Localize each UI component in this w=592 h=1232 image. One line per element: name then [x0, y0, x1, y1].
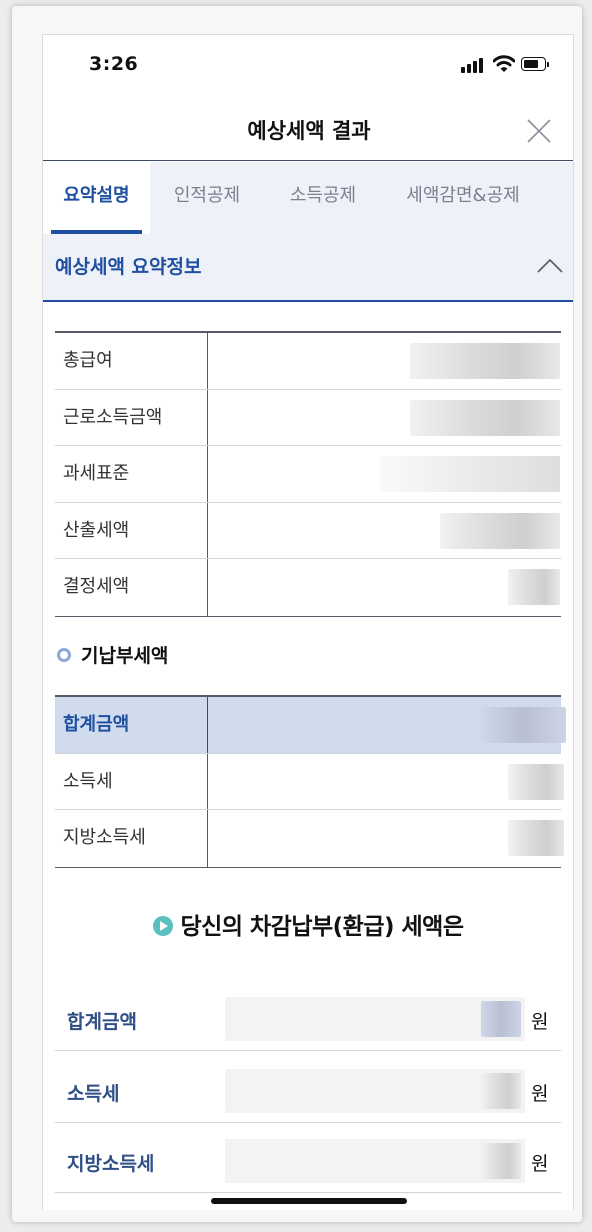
table-row: 근로소득금액: [55, 389, 561, 446]
table-row: 지방소득세: [55, 810, 564, 867]
currency-unit: 원: [531, 1083, 549, 1105]
table-row: 결정세액: [55, 559, 561, 616]
result-value-box: [225, 1139, 525, 1183]
prepaid-tax-title: 기납부세액: [81, 645, 169, 667]
table-row: 합계금액: [55, 697, 566, 754]
currency-unit: 원: [531, 1011, 549, 1033]
masked-value: [210, 697, 566, 753]
cellular-signal-icon: [461, 57, 485, 73]
masked-value: [210, 559, 561, 616]
wifi-icon: [493, 55, 515, 72]
result-label: 지방소득세: [67, 1153, 155, 1175]
chevron-up-icon: [537, 258, 563, 273]
row-label: 근로소득금액: [55, 389, 208, 445]
row-label: 산출세액: [55, 502, 208, 558]
currency-unit: 원: [531, 1153, 549, 1175]
close-icon[interactable]: [525, 117, 553, 145]
bullet-ring-icon: [57, 648, 71, 662]
result-row: 합계금액 원: [55, 991, 561, 1051]
result-row: 지방소득세 원: [55, 1133, 561, 1193]
result-heading: 당신의 차감납부(환급) 세액은: [43, 907, 573, 943]
result-label: 소득세: [67, 1083, 120, 1105]
tab-personal-deduction[interactable]: 인적공제: [159, 162, 255, 234]
page-header: 예상세액 결과: [43, 103, 573, 161]
masked-value: [210, 390, 561, 446]
device-frame: 3:26 예상세액 결과 요약설명 인적공제 소득공제 세액감면&공제 예상세액…: [12, 6, 582, 1222]
row-label: 결정세액: [55, 559, 208, 616]
table-row: 과세표준: [55, 446, 561, 503]
row-label: 소득세: [55, 753, 208, 809]
summary-table: 총급여 근로소득금액 과세표준 산출세액 결정세액: [55, 331, 561, 617]
table-row: 소득세: [55, 753, 564, 810]
masked-value: [210, 446, 561, 502]
tab-summary[interactable]: 요약설명: [43, 162, 150, 234]
result-value-box: [225, 997, 525, 1041]
row-label: 지방소득세: [55, 810, 208, 867]
home-indicator[interactable]: [211, 1198, 407, 1204]
tab-tax-credit[interactable]: 세액감면&공제: [391, 162, 535, 234]
app-screen: 3:26 예상세액 결과 요약설명 인적공제 소득공제 세액감면&공제 예상세액…: [42, 34, 574, 1210]
row-label: 합계금액: [55, 697, 208, 753]
masked-value: [210, 754, 564, 810]
status-time: 3:26: [89, 53, 139, 75]
result-row: 소득세 원: [55, 1063, 561, 1123]
masked-value: [210, 503, 561, 559]
tab-income-deduction[interactable]: 소득공제: [275, 162, 371, 234]
result-value-box: [225, 1069, 525, 1113]
masked-value: [210, 810, 564, 867]
play-circle-icon: [152, 916, 173, 936]
prepaid-table: 합계금액 소득세 지방소득세: [55, 695, 566, 868]
tab-bar: 요약설명 인적공제 소득공제 세액감면&공제: [43, 162, 573, 234]
result-title: 당신의 차감납부(환급) 세액은: [180, 914, 464, 940]
battery-icon: [521, 57, 549, 71]
summary-section-title: 예상세액 요약정보: [55, 256, 202, 278]
summary-section-toggle[interactable]: 예상세액 요약정보: [43, 234, 573, 302]
table-row: 총급여: [55, 333, 561, 390]
page-title: 예상세액 결과: [247, 119, 371, 143]
row-label: 과세표준: [55, 446, 208, 502]
result-label: 합계금액: [67, 1011, 137, 1033]
row-label: 총급여: [55, 333, 208, 389]
masked-value: [210, 333, 561, 389]
table-row: 산출세액: [55, 502, 561, 559]
status-bar: 3:26: [43, 35, 573, 95]
